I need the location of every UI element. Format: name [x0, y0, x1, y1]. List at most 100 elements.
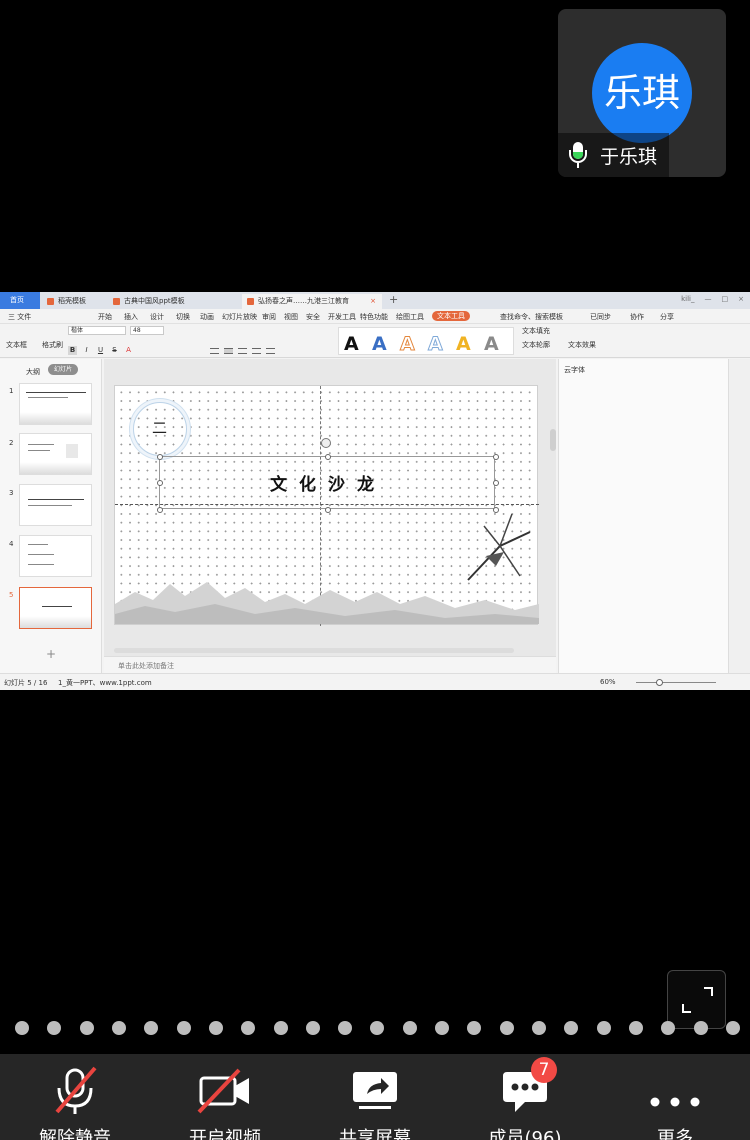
shrink-corner-icon: [682, 1004, 691, 1013]
menu-home[interactable]: 开始: [98, 312, 112, 322]
align-right-icon[interactable]: [238, 348, 247, 354]
font-size-select[interactable]: 48: [130, 326, 164, 335]
menu-developer[interactable]: 开发工具: [328, 312, 356, 322]
share-screen-icon: [353, 1072, 397, 1109]
tab-outline[interactable]: 大纲: [26, 367, 40, 377]
style-gold[interactable]: A: [456, 333, 471, 355]
command-search[interactable]: 查找命令、搜索模板: [500, 312, 563, 322]
slide-thumb-4[interactable]: [19, 535, 92, 577]
slide-thumb-2[interactable]: [19, 433, 92, 475]
add-slide-icon[interactable]: +: [46, 647, 56, 661]
zoom-slider-handle[interactable]: [656, 679, 663, 686]
menu-slideshow[interactable]: 幻灯片放映: [222, 312, 257, 322]
minimize-icon: —: [704, 295, 712, 303]
slide-thumb-3[interactable]: [19, 484, 92, 526]
page-indicator: [15, 1021, 740, 1037]
participant-name: 于乐琪: [600, 145, 658, 168]
more-dots-icon: [650, 1097, 700, 1107]
section-number: 二: [152, 419, 168, 437]
avatar: 乐琪: [592, 43, 692, 143]
menu-bar: 三 文件 开始 插入 设计 切换 动画 幻灯片放映 审阅 视图 安全 开发工具 …: [0, 309, 750, 324]
members-button[interactable]: 成员(96): [450, 1054, 600, 1140]
shared-screen[interactable]: 首页 稻壳模板 古典中国风ppt模板 弘扬春之声……九港三江教育 × + kili…: [0, 292, 750, 690]
menu-animation[interactable]: 动画: [200, 312, 214, 322]
notes-field[interactable]: 单击此处添加备注: [104, 656, 556, 673]
menu-transition[interactable]: 切换: [176, 312, 190, 322]
font-color-button[interactable]: A: [124, 346, 133, 355]
menu-file[interactable]: 三 文件: [8, 312, 31, 322]
menu-security[interactable]: 安全: [306, 312, 320, 322]
bold-button[interactable]: B: [68, 346, 77, 355]
text-effect-button[interactable]: 文本效果: [568, 340, 596, 350]
meeting-toolbar: 解除静音 开启视频 共享屏幕 成员(96) 更多: [0, 1054, 750, 1140]
zoom-level[interactable]: 60%: [600, 678, 616, 686]
format-painter-button[interactable]: 格式刷: [42, 340, 63, 350]
theme-name: 1_黄一PPT、www.1ppt.com: [58, 679, 152, 687]
italic-button[interactable]: I: [82, 346, 91, 355]
style-orange-outline[interactable]: A: [400, 333, 416, 356]
share-screen-button[interactable]: 共享屏幕: [300, 1054, 450, 1140]
menu-view[interactable]: 视图: [284, 312, 298, 322]
horizontal-scrollbar[interactable]: [114, 648, 514, 653]
share-button[interactable]: 分享: [660, 312, 674, 322]
justify-icon[interactable]: [252, 348, 261, 354]
start-video-button[interactable]: 开启视频: [150, 1054, 300, 1140]
participant-name-bar: 于乐琪: [558, 133, 670, 177]
style-black[interactable]: A: [344, 333, 359, 355]
style-blue-outline[interactable]: A: [428, 333, 444, 356]
collaborate-button[interactable]: 协作: [630, 312, 644, 322]
shrink-corner-icon: [704, 987, 713, 996]
menu-insert[interactable]: 插入: [124, 312, 138, 322]
close-window-icon: ×: [738, 295, 744, 303]
crane-image: [467, 513, 531, 581]
slide-thumb-5[interactable]: [19, 587, 92, 629]
text-outline-button[interactable]: 文本轮廓: [522, 340, 550, 350]
more-button[interactable]: 更多: [600, 1054, 750, 1140]
align-left-icon[interactable]: [210, 348, 219, 354]
new-tab-icon[interactable]: +: [389, 293, 398, 306]
text-fill-button[interactable]: 文本填充: [522, 326, 550, 336]
menu-drawing-tools[interactable]: 绘图工具: [396, 312, 424, 322]
current-slide[interactable]: 二 文化沙龙: [114, 385, 539, 626]
mic-muted-icon: [55, 1066, 97, 1114]
sync-status[interactable]: 已同步: [590, 312, 611, 322]
vertical-scrollbar[interactable]: [550, 429, 556, 451]
section-number-badge: 二: [133, 402, 187, 456]
textbox-button[interactable]: 文本框: [6, 340, 27, 350]
menu-review[interactable]: 审阅: [262, 312, 276, 322]
title-textbox[interactable]: 文化沙龙: [157, 454, 499, 513]
slide-panel: 大纲 幻灯片 1 2 3 4 5 +: [0, 359, 102, 673]
slide-counter: 幻灯片 5 / 16: [4, 679, 48, 687]
slide-title: 文化沙龙: [270, 475, 386, 495]
style-blue[interactable]: A: [372, 333, 387, 355]
rotate-handle[interactable]: [321, 438, 331, 448]
font-name-select[interactable]: 楷体: [68, 326, 126, 335]
menu-features[interactable]: 特色功能: [360, 312, 388, 322]
slide-thumb-1[interactable]: [19, 383, 92, 425]
tab-home[interactable]: 首页: [0, 292, 40, 309]
unmute-button[interactable]: 解除静音: [0, 1054, 150, 1140]
side-toolbar[interactable]: [728, 359, 750, 673]
style-gray[interactable]: A: [484, 333, 499, 355]
tab-docer[interactable]: 稻壳模板: [42, 294, 106, 309]
slide-editor[interactable]: 二 文化沙龙: [104, 359, 556, 673]
cloud-font-title[interactable]: 云字体: [564, 365, 585, 375]
tab-current-file[interactable]: 弘扬春之声……九港三江教育 ×: [242, 294, 382, 309]
distribute-icon[interactable]: [266, 348, 275, 354]
menu-text-tools[interactable]: 文本工具: [432, 311, 470, 321]
align-center-icon[interactable]: [224, 348, 233, 354]
zoom-slider-track[interactable]: [636, 682, 716, 683]
menu-design[interactable]: 设计: [150, 312, 164, 322]
participant-tile[interactable]: 乐琪 于乐琪: [558, 9, 726, 177]
meeting-screen: 乐琪 于乐琪 首页 稻壳模板 古典中国风ppt模板 弘扬春之声……九港三江教育 ×…: [0, 0, 750, 1140]
window-controls: kili_ — □ ×: [681, 295, 744, 303]
cloud-font-panel: 云字体: [558, 359, 728, 673]
tab-template[interactable]: 古典中国风ppt模板: [108, 294, 240, 309]
mic-active-icon: [566, 141, 590, 169]
tab-slides[interactable]: 幻灯片: [48, 364, 78, 375]
status-bar: 幻灯片 5 / 16 1_黄一PPT、www.1ppt.com 60%: [0, 673, 750, 690]
account-name[interactable]: kili_: [681, 295, 694, 303]
strikethrough-button[interactable]: S: [110, 346, 119, 355]
maximize-icon: □: [721, 295, 729, 303]
underline-button[interactable]: U: [96, 346, 105, 355]
